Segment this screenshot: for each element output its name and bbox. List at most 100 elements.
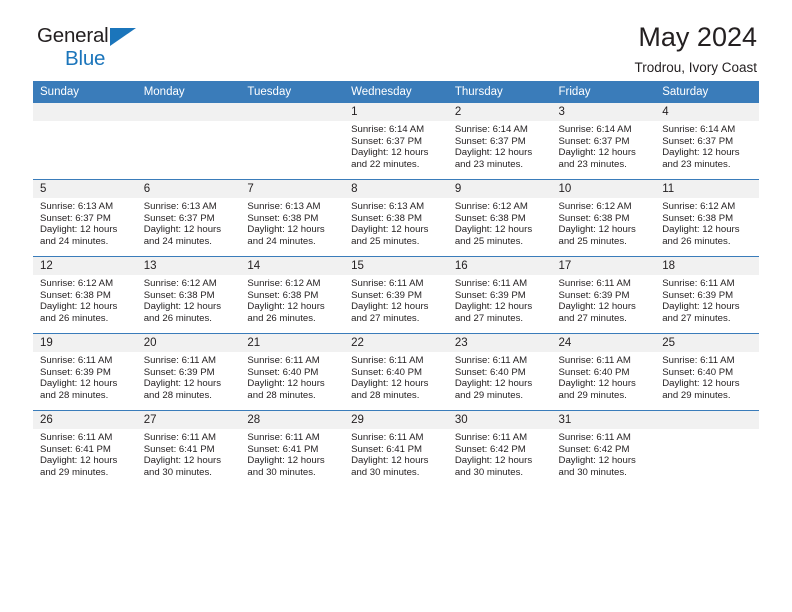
day-detail-line: and 27 minutes. [662,312,731,324]
calendar-body: 1 Sunrise: 6:14 AM Sunset: 6:37 PM Daylight… [33,103,759,487]
day-number: 13 [136,257,241,275]
calendar-day-cell[interactable]: 14 Sunrise: 6:12 AM Sunset: 6:38 PM Dayligh… [240,256,345,334]
day-cell-inner: 22 Sunrise: 6:11 AM Sunset: 6:40 PM Dayligh… [344,334,448,410]
calendar-day-cell[interactable]: 23 Sunrise: 6:11 AM Sunset: 6:40 PM Dayligh… [447,333,552,411]
day-detail-line: and 30 minutes. [558,466,627,478]
calendar-day-cell[interactable]: 31 Sunrise: 6:11 AM Sunset: 6:42 PM Dayligh… [551,410,656,487]
calendar-day-cell[interactable]: 29 Sunrise: 6:11 AM Sunset: 6:41 PM Dayligh… [344,410,448,487]
day-detail-line: Sunset: 6:40 PM [247,366,319,378]
day-detail-line: Sunset: 6:39 PM [40,366,111,378]
calendar-day-cell[interactable]: 7 Sunrise: 6:13 AM Sunset: 6:38 PM Daylight… [240,179,345,257]
day-sun-details: Sunrise: 6:11 AM Sunset: 6:39 PM Daylight:… [33,352,137,401]
calendar-day-cell[interactable]: 4 Sunrise: 6:14 AM Sunset: 6:37 PM Daylight… [655,103,759,180]
day-detail-line: and 23 minutes. [662,158,731,170]
day-detail-line: and 25 minutes. [454,235,524,247]
title-block: May 2024 Trodrou, Ivory Coast [634,22,757,75]
calendar-day-cell[interactable]: 17 Sunrise: 6:11 AM Sunset: 6:39 PM Dayligh… [551,256,656,334]
calendar-day-cell[interactable]: 9 Sunrise: 6:12 AM Sunset: 6:38 PM Daylight… [447,179,552,257]
day-detail-line: and 26 minutes. [247,312,316,324]
day-detail-line: Sunrise: 6:11 AM [558,355,631,366]
day-cell-inner: 2 Sunrise: 6:14 AM Sunset: 6:37 PM Daylight… [447,103,552,179]
calendar-day-cell[interactable]: 3 Sunrise: 6:14 AM Sunset: 6:37 PM Daylight… [551,103,656,180]
day-detail-line: Daylight: 12 hours [662,224,740,236]
calendar-day-cell[interactable]: 16 Sunrise: 6:11 AM Sunset: 6:39 PM Dayligh… [447,256,552,334]
day-detail-line: Daylight: 12 hours [40,301,118,313]
calendar-day-cell[interactable]: 1 Sunrise: 6:14 AM Sunset: 6:37 PM Daylight… [344,103,448,180]
day-sun-details: Sunrise: 6:14 AM Sunset: 6:37 PM Daylight:… [344,121,448,170]
day-sun-details: Sunrise: 6:11 AM Sunset: 6:42 PM Daylight:… [448,429,552,478]
calendar-day-cell[interactable]: 28 Sunrise: 6:11 AM Sunset: 6:41 PM Dayligh… [240,410,345,487]
day-detail-line: Sunrise: 6:11 AM [143,432,217,443]
day-number: 14 [240,257,345,275]
day-cell-inner: 19 Sunrise: 6:11 AM Sunset: 6:39 PM Dayligh… [33,334,137,410]
day-sun-details: Sunrise: 6:12 AM Sunset: 6:38 PM Daylight:… [448,198,552,247]
day-number: 4 [655,103,759,121]
calendar-day-cell[interactable]: 15 Sunrise: 6:11 AM Sunset: 6:39 PM Dayligh… [344,256,448,334]
calendar-week-row: 1 Sunrise: 6:14 AM Sunset: 6:37 PM Daylight… [33,103,759,180]
day-detail-line: and 26 minutes. [662,235,731,247]
day-detail-line: and 29 minutes. [558,389,627,401]
day-detail-line: Sunrise: 6:11 AM [558,432,631,443]
calendar-day-cell[interactable]: 25 Sunrise: 6:11 AM Sunset: 6:40 PM Dayligh… [655,333,759,411]
calendar-day-cell[interactable]: 24 Sunrise: 6:11 AM Sunset: 6:40 PM Dayligh… [551,333,656,411]
calendar-day-cell[interactable]: 6 Sunrise: 6:13 AM Sunset: 6:37 PM Daylight… [136,179,241,257]
day-number: 19 [33,334,137,352]
day-detail-line: and 22 minutes. [351,158,420,170]
day-detail-line: Sunset: 6:40 PM [454,366,526,378]
calendar-day-cell[interactable]: 2 Sunrise: 6:14 AM Sunset: 6:37 PM Daylight… [447,103,552,180]
day-cell-inner [240,103,345,179]
day-detail-line: Sunset: 6:41 PM [40,443,111,455]
day-detail-line: Sunrise: 6:14 AM [662,124,736,135]
general-blue-logo[interactable]: General Blue [37,25,167,74]
calendar-day-cell[interactable]: 18 Sunrise: 6:11 AM Sunset: 6:39 PM Dayligh… [655,256,759,334]
day-detail-line: Sunrise: 6:11 AM [40,432,113,443]
day-cell-inner: 1 Sunrise: 6:14 AM Sunset: 6:37 PM Daylight… [344,103,448,179]
day-sun-details: Sunrise: 6:11 AM Sunset: 6:39 PM Daylight:… [137,352,241,401]
day-detail-line: Sunset: 6:38 PM [40,289,111,301]
day-number: 28 [240,411,345,429]
calendar-day-cell[interactable]: 21 Sunrise: 6:11 AM Sunset: 6:40 PM Dayligh… [240,333,345,411]
day-sun-details: Sunrise: 6:11 AM Sunset: 6:41 PM Daylight:… [240,429,344,478]
day-number: 7 [240,180,345,198]
calendar-day-cell[interactable]: 11 Sunrise: 6:12 AM Sunset: 6:38 PM Dayligh… [655,179,759,257]
day-number: 27 [136,411,241,429]
day-detail-line: Daylight: 12 hours [454,224,533,236]
day-detail-line: Sunset: 6:38 PM [454,212,526,224]
calendar-day-cell[interactable]: 5 Sunrise: 6:13 AM Sunset: 6:37 PM Daylight… [33,179,137,257]
day-detail-line: Daylight: 12 hours [40,378,118,390]
calendar-day-cell[interactable]: 30 Sunrise: 6:11 AM Sunset: 6:42 PM Dayligh… [447,410,552,487]
calendar-day-cell[interactable]: 10 Sunrise: 6:12 AM Sunset: 6:38 PM Dayligh… [551,179,656,257]
day-detail-line: Sunset: 6:41 PM [143,443,215,455]
calendar-day-cell[interactable]: 12 Sunrise: 6:12 AM Sunset: 6:38 PM Dayligh… [33,256,137,334]
page-subtitle: Trodrou, Ivory Coast [634,60,757,76]
day-sun-details: Sunrise: 6:11 AM Sunset: 6:39 PM Daylight:… [344,275,448,324]
calendar-day-cell[interactable]: 27 Sunrise: 6:11 AM Sunset: 6:41 PM Dayligh… [136,410,241,487]
calendar-day-cell[interactable]: 19 Sunrise: 6:11 AM Sunset: 6:39 PM Dayligh… [33,333,137,411]
weekday-header-wednesday: Wednesday [344,81,448,103]
day-detail-line: Daylight: 12 hours [40,224,118,236]
day-detail-line: Sunset: 6:42 PM [558,443,630,455]
calendar-day-cell[interactable]: 13 Sunrise: 6:12 AM Sunset: 6:38 PM Dayligh… [136,256,241,334]
calendar-day-cell[interactable]: 20 Sunrise: 6:11 AM Sunset: 6:39 PM Dayligh… [136,333,241,411]
day-detail-line: and 23 minutes. [558,158,627,170]
day-number: 3 [551,103,656,121]
day-detail-line: Daylight: 12 hours [454,301,533,313]
day-detail-line: Sunset: 6:38 PM [351,212,423,224]
day-number: 20 [136,334,241,352]
weekday-header-monday: Monday [136,81,241,103]
day-detail-line: and 29 minutes. [40,466,109,478]
calendar-day-cell[interactable]: 8 Sunrise: 6:13 AM Sunset: 6:38 PM Daylight… [344,179,448,257]
day-sun-details: Sunrise: 6:11 AM Sunset: 6:41 PM Daylight:… [137,429,241,478]
day-detail-line: Sunrise: 6:11 AM [247,432,320,443]
day-detail-line: Daylight: 12 hours [558,224,636,236]
day-detail-line: Sunrise: 6:11 AM [558,278,631,289]
day-cell-inner: 26 Sunrise: 6:11 AM Sunset: 6:41 PM Dayligh… [33,411,137,487]
day-number: 6 [136,180,241,198]
day-detail-line: Daylight: 12 hours [454,147,533,159]
calendar-day-cell[interactable]: 22 Sunrise: 6:11 AM Sunset: 6:40 PM Dayligh… [344,333,448,411]
day-detail-line: and 28 minutes. [247,389,316,401]
day-detail-line: Daylight: 12 hours [351,301,429,313]
calendar-day-cell[interactable]: 26 Sunrise: 6:11 AM Sunset: 6:41 PM Dayligh… [33,410,137,487]
day-detail-line: Sunrise: 6:12 AM [143,278,217,289]
day-detail-line: and 25 minutes. [351,235,420,247]
